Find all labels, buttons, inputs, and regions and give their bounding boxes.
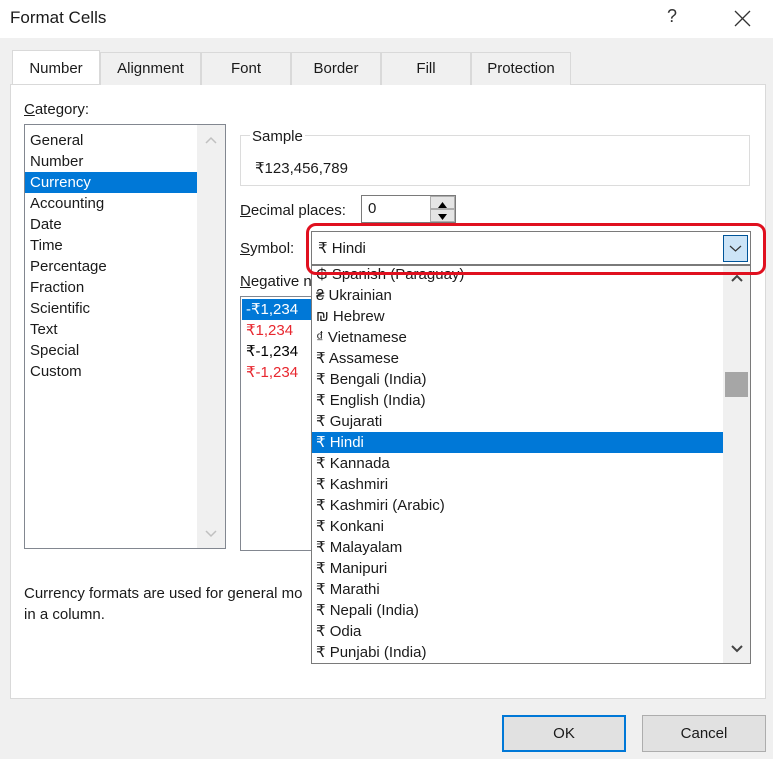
tab-font[interactable]: Font [201, 52, 291, 85]
sample-label: Sample [250, 128, 305, 145]
category-items: General Number Currency Accounting Date Time P… [25, 130, 197, 382]
negative-numbers-label: Negative n [240, 273, 312, 290]
category-item-percentage[interactable]: Percentage [25, 256, 197, 277]
scrollbar-thumb[interactable] [725, 372, 748, 397]
category-item-fraction[interactable]: Fraction [25, 277, 197, 298]
category-item-scientific[interactable]: Scientific [25, 298, 197, 319]
category-scrollbar[interactable] [197, 125, 225, 548]
decimal-places-label: Decimal places: [240, 202, 346, 219]
symbol-option[interactable]: ₹ Marathi [312, 579, 725, 600]
scroll-up-icon[interactable] [723, 269, 750, 289]
negative-format-option[interactable]: -₹1,234 [242, 299, 320, 320]
symbol-option[interactable]: ₹ Kashmiri [312, 474, 725, 495]
symbol-option[interactable]: ₹ Malayalam [312, 537, 725, 558]
symbol-dropdown-button[interactable] [723, 235, 748, 262]
scroll-down-icon[interactable] [723, 640, 750, 660]
tab-border[interactable]: Border [291, 52, 381, 85]
close-icon [734, 10, 751, 27]
category-item-general[interactable]: General [25, 130, 197, 151]
tab-number[interactable]: Number [12, 50, 100, 84]
negative-numbers-list[interactable]: -₹1,234 ₹1,234 ₹-1,234 ₹-1,234 [240, 296, 320, 551]
negative-format-option[interactable]: ₹-1,234 [242, 341, 320, 362]
category-item-number[interactable]: Number [25, 151, 197, 172]
category-item-special[interactable]: Special [25, 340, 197, 361]
sample-value: ₹123,456,789 [255, 160, 348, 177]
category-item-currency[interactable]: Currency [25, 172, 197, 193]
symbol-option[interactable]: ₹ Odia [312, 621, 725, 642]
symbol-selected-value: ₹ Hindi [318, 240, 366, 257]
spin-down-button[interactable] [430, 209, 455, 222]
category-item-text[interactable]: Text [25, 319, 197, 340]
category-label: Category: [24, 101, 90, 118]
triangle-down-icon [438, 214, 447, 220]
symbol-option[interactable]: ₹ English (India) [312, 390, 725, 411]
symbol-option[interactable]: ₹ Assamese [312, 348, 725, 369]
category-list[interactable]: General Number Currency Accounting Date Time P… [24, 124, 226, 549]
symbol-option[interactable]: ₲ Spanish (Paraguay) [312, 266, 725, 285]
symbol-option[interactable]: ₹ Manipuri [312, 558, 725, 579]
spin-up-button[interactable] [430, 196, 455, 209]
category-item-time[interactable]: Time [25, 235, 197, 256]
negative-format-option[interactable]: ₹-1,234 [242, 362, 320, 383]
negative-numbers-items: -₹1,234 ₹1,234 ₹-1,234 ₹-1,234 [242, 299, 320, 383]
close-button[interactable] [726, 3, 758, 33]
symbol-option[interactable]: ₴ Ukrainian [312, 285, 725, 306]
cancel-button[interactable]: Cancel [642, 715, 766, 752]
decimal-places-spinner [430, 196, 455, 222]
symbol-list-scrollbar[interactable] [723, 266, 750, 663]
ok-button[interactable]: OK [502, 715, 626, 752]
chevron-down-icon [729, 245, 742, 252]
symbol-option[interactable]: ₹ Bengali (India) [312, 369, 725, 390]
symbol-option[interactable]: ₹ Gujarati [312, 411, 725, 432]
symbol-option[interactable]: ₹ Konkani [312, 516, 725, 537]
symbol-option[interactable]: ₪ Hebrew [312, 306, 725, 327]
symbol-option[interactable]: ₹ Nepali (India) [312, 600, 725, 621]
symbol-option[interactable]: ₹ Punjabi (India) [312, 642, 725, 663]
title-bar: Format Cells ? [0, 0, 773, 38]
help-button[interactable]: ? [662, 6, 682, 30]
scroll-up-icon[interactable] [197, 130, 225, 150]
symbol-option[interactable]: ₹ Hindi [312, 432, 725, 453]
category-item-custom[interactable]: Custom [25, 361, 197, 382]
symbol-label: Symbol: [240, 240, 295, 257]
symbol-dropdown-list[interactable]: ₲ Spanish (Paraguay) ₴ Ukrainian ₪ Hebrew ₫… [311, 265, 751, 664]
category-item-date[interactable]: Date [25, 214, 197, 235]
symbol-option[interactable]: ₫ Vietnamese [312, 327, 725, 348]
symbol-option[interactable]: ₹ Kashmiri (Arabic) [312, 495, 725, 516]
dialog-title: Format Cells [10, 8, 107, 27]
tab-alignment[interactable]: Alignment [100, 52, 201, 85]
negative-format-option[interactable]: ₹1,234 [242, 320, 320, 341]
category-item-accounting[interactable]: Accounting [25, 193, 197, 214]
symbol-option[interactable]: ₹ Kannada [312, 453, 725, 474]
scroll-down-icon[interactable] [197, 524, 225, 544]
symbol-dropdown[interactable]: ₹ Hindi [311, 231, 751, 265]
symbol-options: ₲ Spanish (Paraguay) ₴ Ukrainian ₪ Hebrew ₫… [312, 266, 725, 663]
tab-fill[interactable]: Fill [381, 52, 471, 85]
category-description: Currency formats are used for general mo… [24, 585, 303, 623]
tab-protection[interactable]: Protection [471, 52, 571, 85]
